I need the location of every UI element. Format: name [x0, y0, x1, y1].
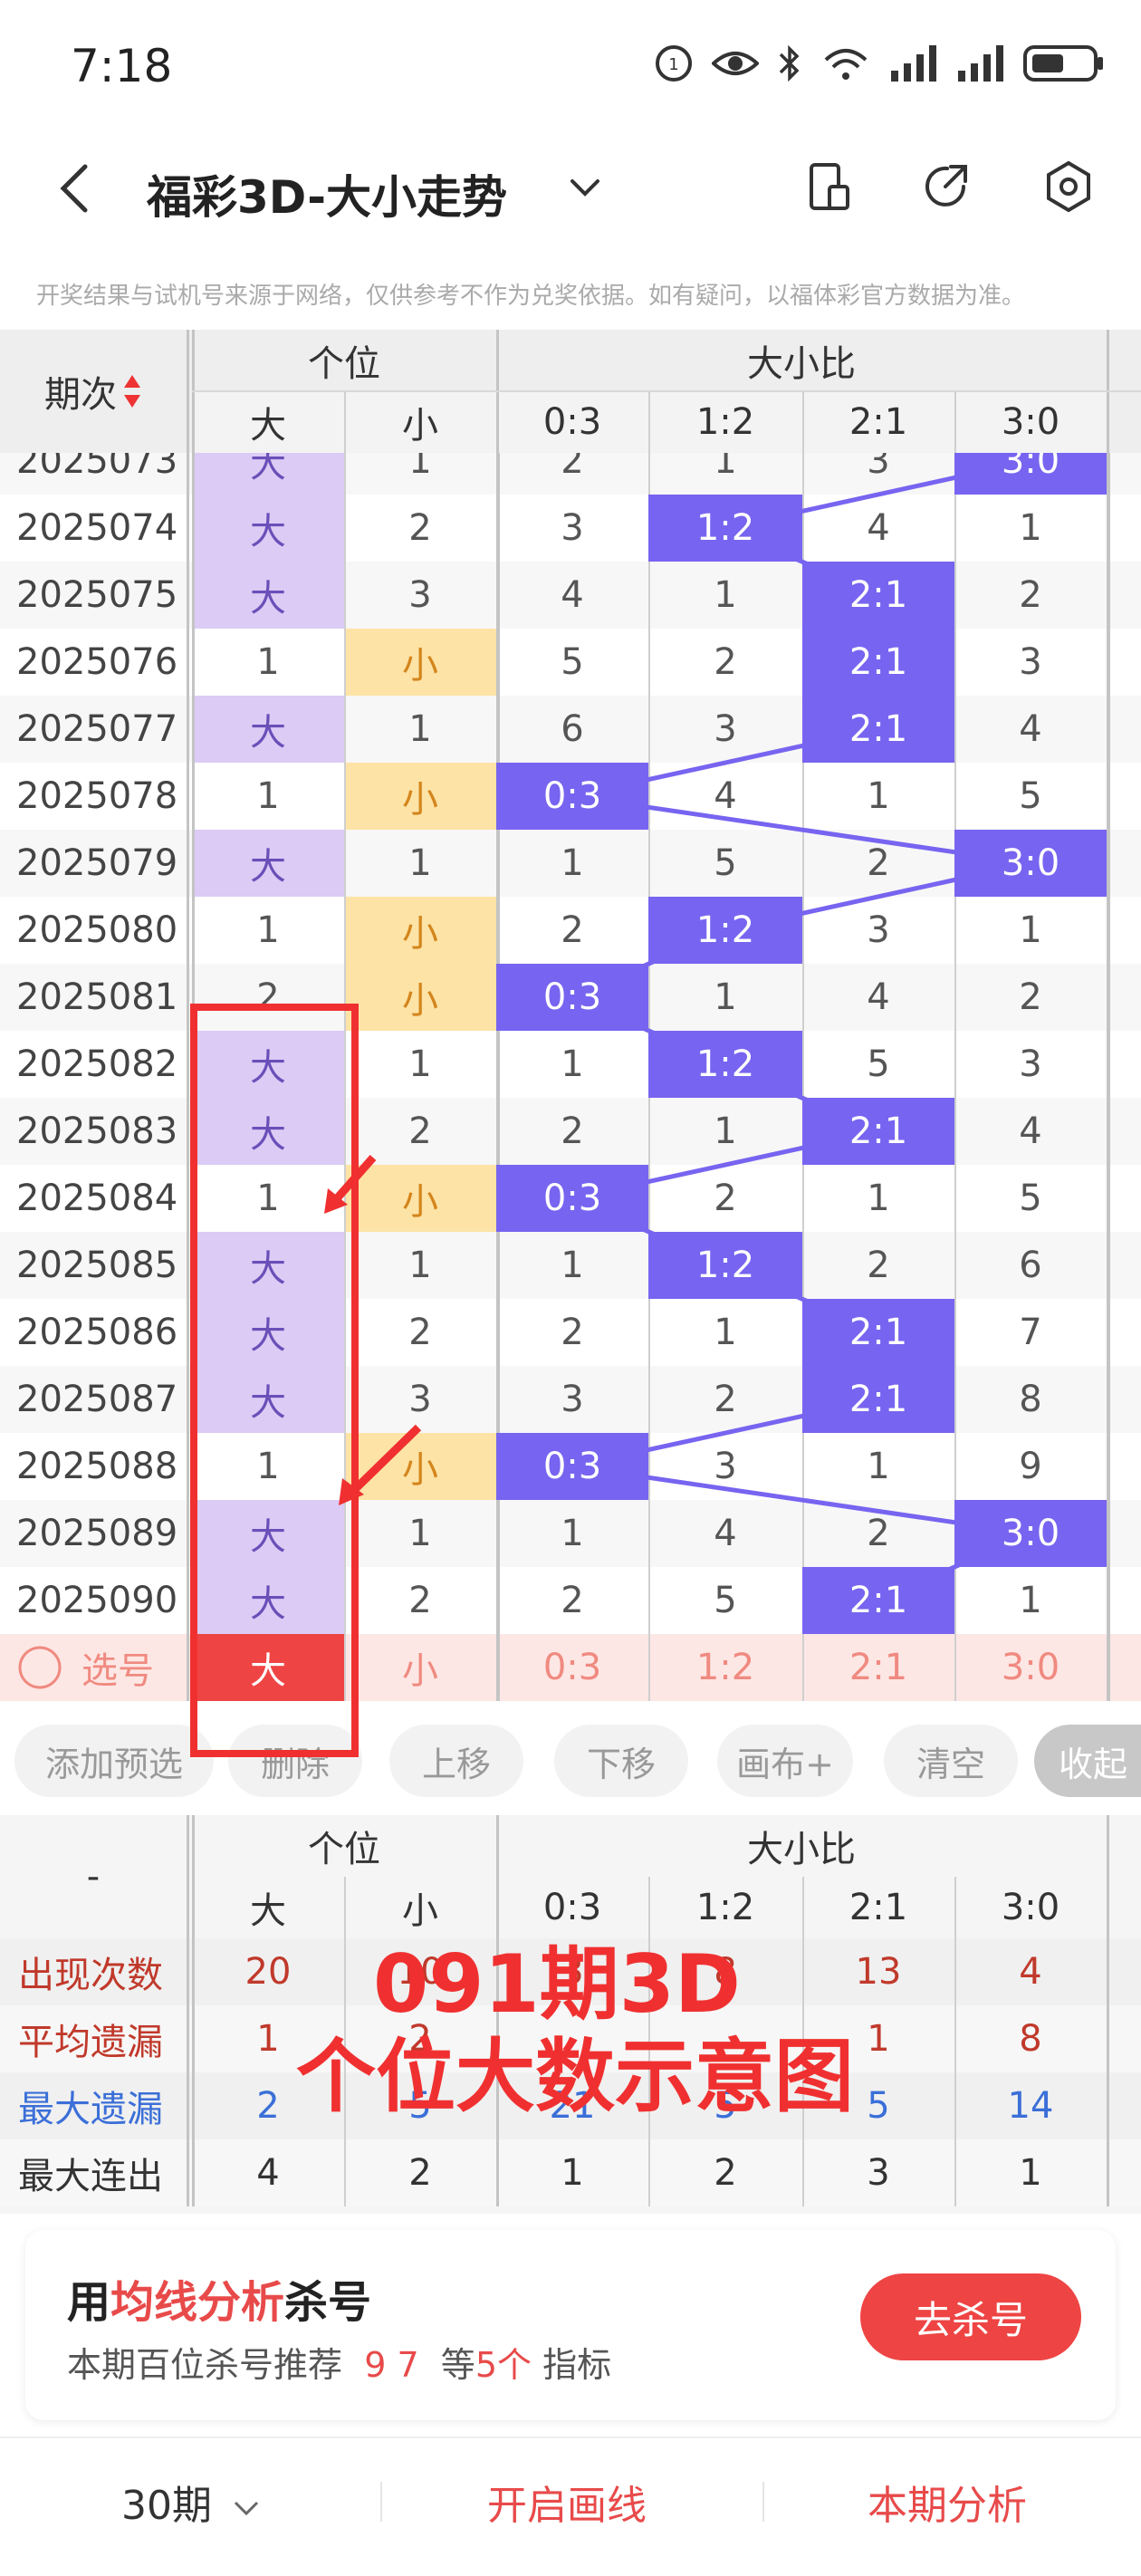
promo-sub-prefix: 本期百位杀号推荐 — [67, 2345, 343, 2385]
annotation-overlay — [190, 1004, 422, 1757]
period-analysis-button[interactable]: 本期分析 — [868, 2473, 1027, 2531]
promo-title-prefix: 用 — [67, 2277, 111, 2328]
promo-card: 用均线分析杀号 本期百位杀号推荐 9 7 等5个 指标 去杀号 — [25, 2230, 1116, 2420]
kill-number-button[interactable]: 去杀号 — [860, 2273, 1081, 2360]
promo-subtitle: 本期百位杀号推荐 9 7 等5个 指标 — [67, 2337, 611, 2387]
promo-sub-count: 5个 — [475, 2345, 532, 2385]
promo-title: 用均线分析杀号 — [67, 2266, 371, 2330]
annotation-box — [190, 1004, 359, 1757]
promo-title-suffix: 杀号 — [284, 2277, 372, 2328]
promo-sub-middle: 等 — [440, 2345, 475, 2385]
promo-title-highlight: 均线分析 — [110, 2277, 285, 2328]
period-selector-label: 30期 — [121, 2483, 212, 2529]
draw-line-button[interactable]: 开启画线 — [487, 2473, 647, 2531]
bottom-bar: 30期 开启画线 本期分析 — [0, 2437, 1141, 2576]
overlay-title-line2: 个位大数示意图 — [295, 2030, 854, 2123]
promo-sub-numbers: 9 7 — [364, 2345, 419, 2385]
period-selector[interactable]: 30期 — [121, 2473, 263, 2531]
promo-sub-suffix: 指标 — [542, 2345, 612, 2385]
chevron-down-icon — [234, 2501, 259, 2516]
